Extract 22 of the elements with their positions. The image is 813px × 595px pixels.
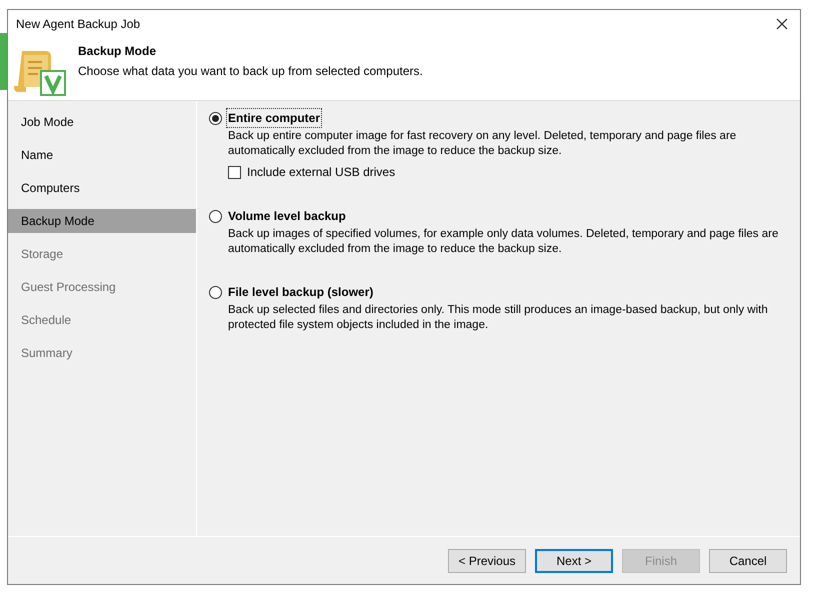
close-icon [776, 18, 788, 30]
wizard-step[interactable]: Backup Mode [8, 209, 196, 233]
option-description: Back up selected files and directories only. This mode still produces an image-based backup, but only with protected file system objects included in the image. [228, 303, 769, 333]
page-subtitle: Choose what data you want to back up from selected computers. [78, 63, 423, 80]
wizard-step[interactable]: Job Mode [8, 110, 196, 134]
radio-button[interactable] [209, 286, 222, 298]
option-description: Back up entire computer image for fast recovery on any level. Deleted, temporary and page files are automatically excluded from the image to reduce the backup size. [228, 129, 738, 159]
option-label[interactable]: Volume level backup [227, 207, 347, 225]
dialog-button[interactable]: Cancel [709, 548, 787, 572]
radio-button[interactable] [209, 112, 222, 124]
checkbox-label: Include external USB drives [247, 164, 396, 181]
option-label[interactable]: File level backup (slower) [227, 283, 374, 301]
wizard-step[interactable]: Name [8, 143, 196, 167]
wizard-step[interactable]: Computers [8, 176, 196, 200]
option-label[interactable]: Entire computer [227, 109, 322, 127]
checkbox[interactable] [228, 166, 241, 178]
window-title: New Agent Backup Job [16, 16, 140, 32]
option-description: Back up images of specified volumes, for example only data volumes. Deleted, temporary and page files are automatically excluded from the image to reduce the backup size. [228, 227, 780, 257]
radio-button[interactable] [209, 210, 222, 222]
dialog-button[interactable]: Next > [535, 548, 613, 572]
dialog-button[interactable]: < Previous [448, 548, 526, 572]
page-title: Backup Mode [78, 43, 158, 60]
